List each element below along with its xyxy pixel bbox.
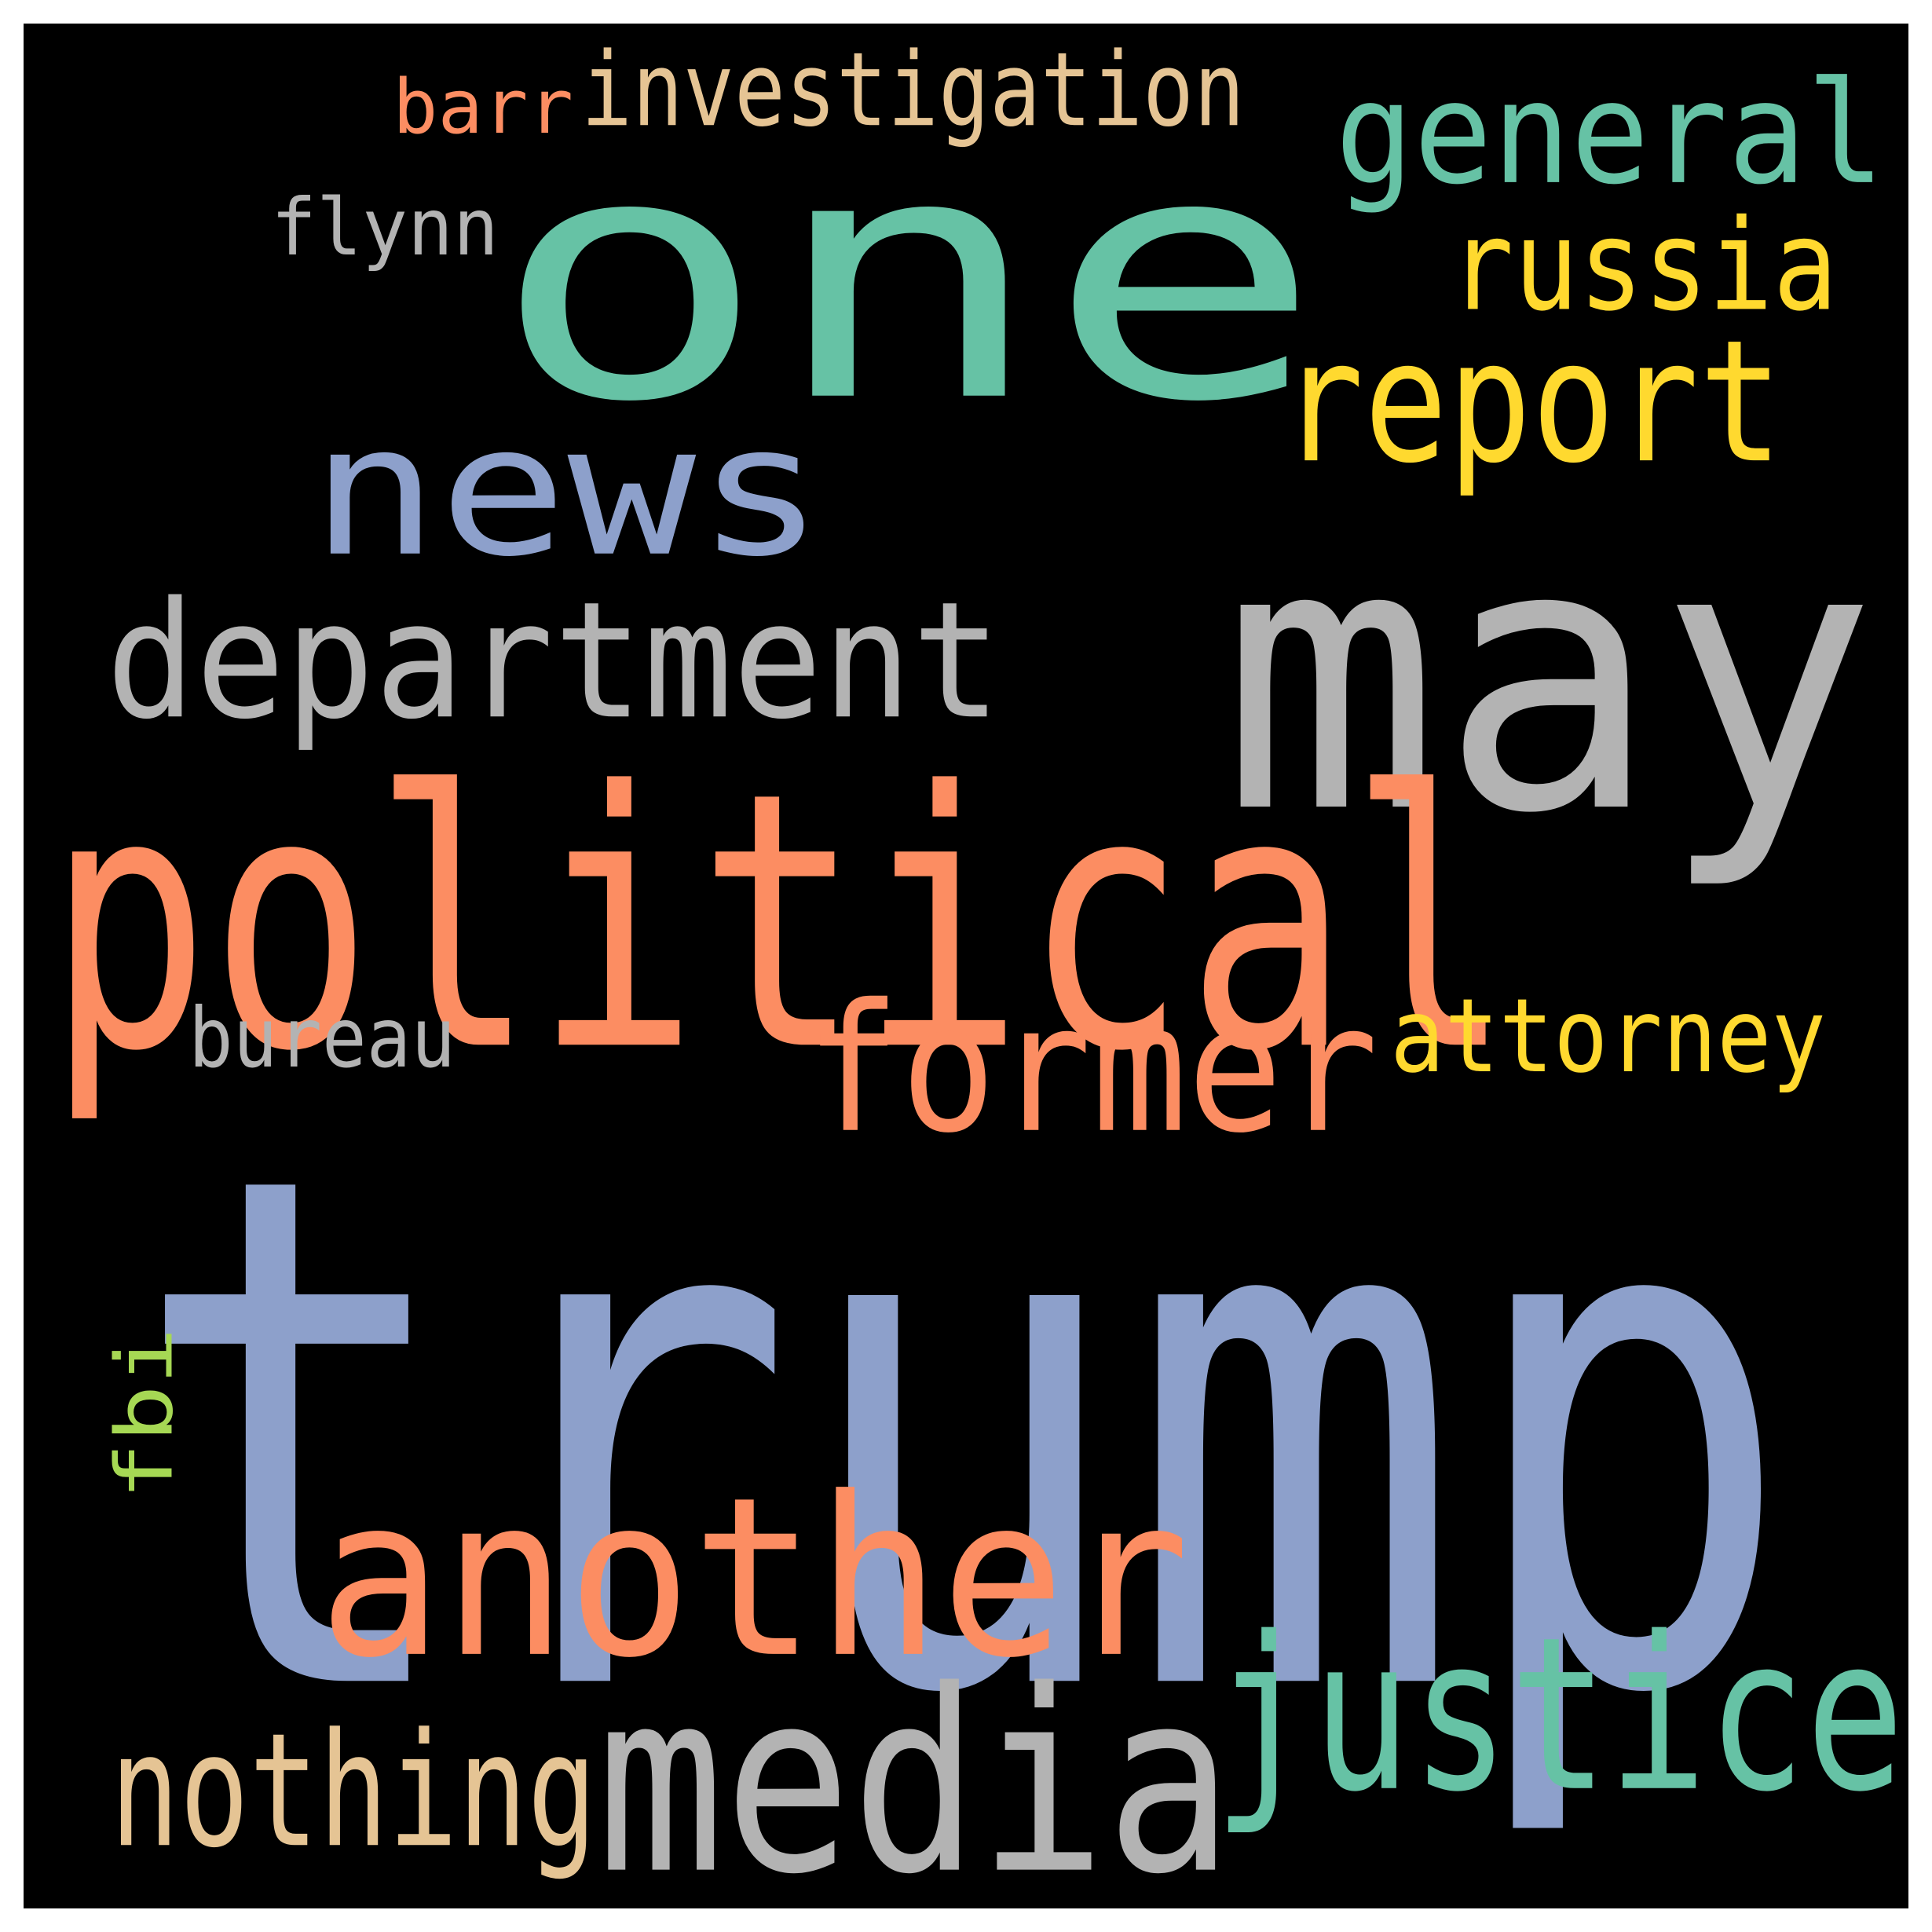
word-media: media — [597, 1636, 1233, 1908]
word-russia: russia — [1449, 193, 1838, 339]
word-former: former — [805, 967, 1378, 1173]
word-attorney: attorney — [1390, 976, 1826, 1096]
word-news: news — [310, 385, 825, 597]
word-bureau: bureau — [188, 990, 456, 1086]
word-barr: barr — [393, 64, 573, 151]
word-fbi: fbi — [99, 1327, 192, 1500]
word-report: report — [1280, 303, 1783, 500]
word-flynn: flynn — [271, 181, 499, 273]
word-justice: justice — [1213, 1592, 1905, 1839]
word-nothing: nothing — [110, 1699, 597, 1883]
word-cloud: trump one may political news department … — [24, 24, 1908, 1908]
word-department: department — [106, 568, 1001, 756]
word-general: general — [1335, 50, 1885, 216]
word-investigation: investigation — [581, 30, 1245, 150]
